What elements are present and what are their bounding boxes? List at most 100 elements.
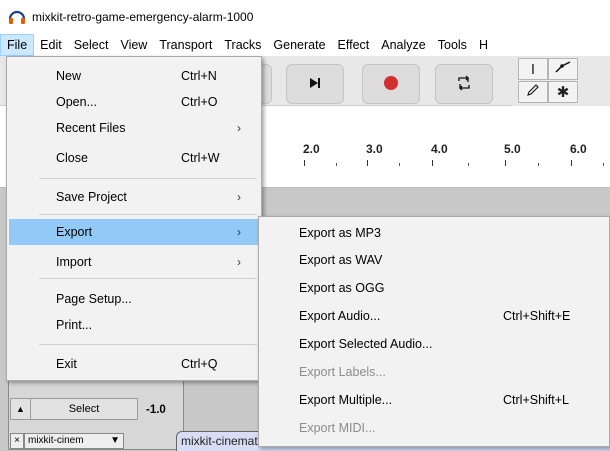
track-name-label: mixkit-cinem xyxy=(28,434,84,446)
ruler-tick xyxy=(304,160,305,166)
menu-help[interactable]: H xyxy=(473,34,494,56)
menu-file[interactable]: File xyxy=(0,34,35,56)
menu-item-shortcut: Ctrl+Q xyxy=(181,357,218,371)
menu-item-label: Export Audio... xyxy=(299,309,381,323)
file-menu-new[interactable]: New Ctrl+N xyxy=(9,63,259,89)
envelope-icon xyxy=(555,60,571,78)
menu-item-label: Save Project xyxy=(56,190,127,204)
close-icon: × xyxy=(14,435,20,446)
audacity-headphones-icon xyxy=(8,9,26,25)
menu-separator xyxy=(39,178,257,179)
export-audio[interactable]: Export Audio... Ctrl+Shift+E xyxy=(261,303,607,329)
menu-item-label: Exit xyxy=(56,357,77,371)
record-icon xyxy=(383,75,399,94)
tools-toolbar: I ✱ xyxy=(512,58,610,106)
menu-item-label: Export as OGG xyxy=(299,281,385,295)
menu-item-label: Export Multiple... xyxy=(299,393,393,407)
multi-tool[interactable]: ✱ xyxy=(548,81,578,103)
file-menu-import[interactable]: Import › xyxy=(9,249,259,275)
ruler-tick xyxy=(505,160,506,166)
menu-item-label: Recent Files xyxy=(56,121,126,135)
skip-to-end-button[interactable] xyxy=(286,64,344,104)
menu-separator xyxy=(39,278,257,279)
record-button[interactable] xyxy=(362,64,420,104)
menu-view[interactable]: View xyxy=(114,34,153,56)
menu-tracks[interactable]: Tracks xyxy=(218,34,267,56)
export-as-wav[interactable]: Export as WAV xyxy=(261,247,607,273)
track-name-dropdown[interactable]: mixkit-cinem ▼ xyxy=(24,432,124,449)
ruler-minor-tick xyxy=(603,163,604,166)
envelope-tool[interactable] xyxy=(548,58,578,80)
ruler-label: 2.0 xyxy=(303,142,320,156)
export-labels: Export Labels... xyxy=(261,359,607,385)
menu-transport[interactable]: Transport xyxy=(153,34,218,56)
menu-item-label: New xyxy=(56,69,82,83)
menu-item-label: Export MIDI... xyxy=(299,421,376,435)
menu-item-label: Print... xyxy=(56,318,93,332)
menu-item-label: Page Setup... xyxy=(56,292,132,306)
menu-item-label: Export Selected Audio... xyxy=(299,337,433,351)
menu-separator xyxy=(39,344,257,345)
file-menu-open[interactable]: Open... Ctrl+O xyxy=(9,89,259,115)
submenu-arrow-icon: › xyxy=(237,121,241,135)
selection-tool[interactable]: I xyxy=(518,58,548,80)
file-menu-popup: New Ctrl+N Open... Ctrl+O Recent Files ›… xyxy=(6,56,262,381)
menu-item-label: Import xyxy=(56,255,92,269)
ruler-label: 6.0 xyxy=(570,142,587,156)
i-beam-icon: I xyxy=(530,60,536,78)
ruler-label: 4.0 xyxy=(431,142,448,156)
file-menu-recent-files[interactable]: Recent Files › xyxy=(9,117,259,139)
file-menu-export[interactable]: Export › xyxy=(9,219,259,245)
menu-item-shortcut: Ctrl+W xyxy=(181,151,220,165)
ruler-minor-tick xyxy=(399,163,400,166)
pencil-icon xyxy=(526,83,540,101)
file-menu-save-project[interactable]: Save Project › xyxy=(9,184,259,210)
ruler-label: 3.0 xyxy=(366,142,383,156)
track-select-button[interactable]: ▲ Select xyxy=(10,398,138,420)
ruler-minor-tick xyxy=(336,163,337,166)
export-submenu-popup: Export as MP3 Export as WAV Export as OG… xyxy=(258,216,610,447)
menu-item-shortcut: Ctrl+N xyxy=(181,69,217,83)
close-track-button[interactable]: × xyxy=(10,432,24,449)
menu-effect[interactable]: Effect xyxy=(332,34,376,56)
file-menu-close[interactable]: Close Ctrl+W xyxy=(9,145,259,171)
menu-item-label: Export xyxy=(56,225,93,239)
ruler-tick xyxy=(432,160,433,166)
window-title: mixkit-retro-game-emergency-alarm-1000 xyxy=(32,10,254,24)
file-menu-page-setup[interactable]: Page Setup... xyxy=(9,286,259,312)
menu-item-shortcut: Ctrl+Shift+L xyxy=(503,393,570,407)
export-as-ogg[interactable]: Export as OGG xyxy=(261,275,607,301)
waveform-scale-value: -1.0 xyxy=(146,404,166,416)
export-midi: Export MIDI... xyxy=(261,415,607,441)
asterisk-icon: ✱ xyxy=(556,84,570,101)
menu-item-label: Open... xyxy=(56,95,97,109)
menu-separator xyxy=(39,214,257,215)
export-as-mp3[interactable]: Export as MP3 xyxy=(261,220,607,246)
menu-generate[interactable]: Generate xyxy=(267,34,331,56)
ruler-tick xyxy=(367,160,368,166)
menu-select[interactable]: Select xyxy=(68,34,115,56)
draw-tool[interactable] xyxy=(518,81,548,103)
menu-tools[interactable]: Tools xyxy=(432,34,473,56)
menu-edit[interactable]: Edit xyxy=(34,34,68,56)
ruler-label: 5.0 xyxy=(504,142,521,156)
menu-item-label: Export Labels... xyxy=(299,365,386,379)
menu-item-shortcut: Ctrl+O xyxy=(181,95,218,109)
export-selected-audio[interactable]: Export Selected Audio... xyxy=(261,331,607,357)
loop-button[interactable] xyxy=(435,64,493,104)
chevron-down-icon: ▼ xyxy=(110,434,120,446)
menu-item-shortcut: Ctrl+Shift+E xyxy=(503,309,571,323)
file-menu-exit[interactable]: Exit Ctrl+Q xyxy=(9,351,259,377)
menu-item-label: Export as WAV xyxy=(299,253,383,267)
ruler-minor-tick xyxy=(468,163,469,166)
file-menu-print[interactable]: Print... xyxy=(9,312,259,338)
submenu-arrow-icon: › xyxy=(237,190,241,204)
menu-bar: File Edit Select View Transport Tracks G… xyxy=(0,34,610,56)
menu-analyze[interactable]: Analyze xyxy=(375,34,431,56)
export-multiple[interactable]: Export Multiple... Ctrl+Shift+L xyxy=(261,387,607,413)
skip-to-end-icon xyxy=(308,76,322,93)
menu-item-label: Close xyxy=(56,151,88,165)
submenu-arrow-icon: › xyxy=(237,255,241,269)
submenu-arrow-icon: › xyxy=(237,225,241,239)
collapse-up-icon[interactable]: ▲ xyxy=(11,399,31,419)
